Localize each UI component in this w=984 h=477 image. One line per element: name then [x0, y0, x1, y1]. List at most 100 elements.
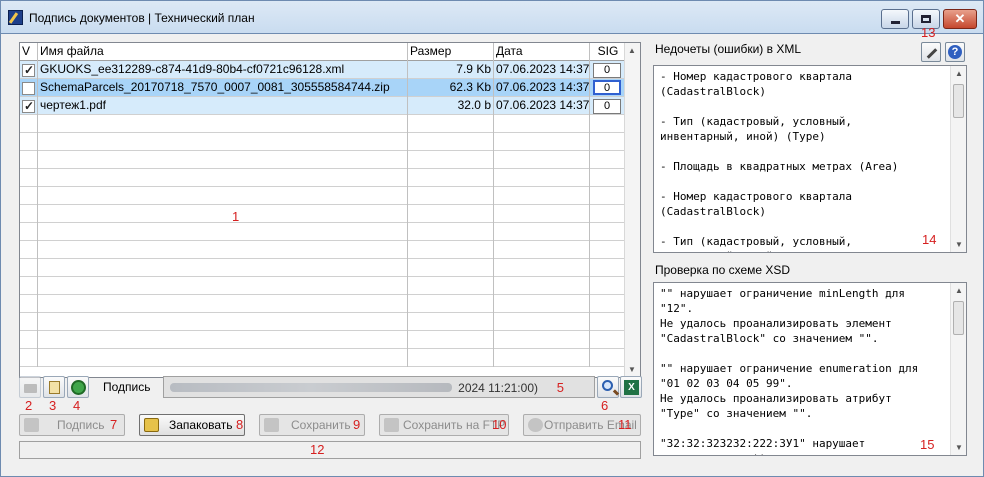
row-checkbox-cell[interactable]	[20, 79, 38, 97]
scroll-up-icon[interactable]: ▲	[628, 46, 636, 55]
main-window: V Имя файла Размер Дата SIG GKUOKS_ee312…	[0, 25, 984, 477]
open-folder-button[interactable]	[19, 376, 41, 398]
empty-table-row[interactable]	[20, 223, 625, 241]
grid-header: V Имя файла Размер Дата SIG	[20, 43, 625, 61]
excel-icon: X	[624, 380, 639, 395]
col-header-v[interactable]: V	[20, 43, 38, 61]
sig-cell[interactable]: 0	[590, 97, 625, 115]
file-date-cell[interactable]: 07.06.2023 14:37	[494, 61, 590, 79]
empty-table-row[interactable]	[20, 259, 625, 277]
sig-count-input[interactable]: 0	[593, 99, 621, 114]
file-date-cell[interactable]: 07.06.2023 14:37	[494, 79, 590, 97]
empty-table-row[interactable]	[20, 277, 625, 295]
empty-table-row[interactable]	[20, 115, 625, 133]
file-size-cell[interactable]: 7.9 Kb	[408, 61, 494, 79]
signature-redacted	[170, 383, 452, 392]
annotation-number: 6	[601, 398, 609, 413]
xml-errors-panel[interactable]: - Номер кадастрового квартала (Cadastral…	[653, 65, 967, 253]
annotation-number: 1	[232, 209, 240, 224]
empty-table-row[interactable]	[20, 151, 625, 169]
xml-errors-title: Недочеты (ошибки) в XML	[655, 42, 802, 56]
file-name-cell[interactable]: SchemaParcels_20170718_7570_0007_0081_30…	[38, 79, 408, 97]
file-name-cell[interactable]: чертеж1.pdf	[38, 97, 408, 115]
wrench-icon	[926, 48, 938, 59]
search-icon	[602, 380, 613, 391]
file-name-cell[interactable]: GKUOKS_ee312289-c874-41d9-80b4-cf0721c96…	[38, 61, 408, 79]
file-date-cell[interactable]: 07.06.2023 14:37	[494, 97, 590, 115]
xsd-check-text: "" нарушает ограничение minLength для "1…	[660, 287, 919, 455]
table-row[interactable]: чертеж1.pdf32.0 b07.06.2023 14:370	[20, 97, 625, 115]
annotation-number: 7	[110, 417, 118, 432]
row-checkbox[interactable]	[22, 81, 35, 95]
sig-cell[interactable]: 0	[590, 61, 625, 79]
save-ftp-button[interactable]: Сохранить на FTP 10	[379, 414, 509, 436]
refresh-icon	[71, 380, 86, 395]
scroll-down-icon[interactable]: ▼	[955, 443, 963, 452]
file-grid[interactable]: V Имя файла Размер Дата SIG GKUOKS_ee312…	[19, 42, 641, 378]
xsd-check-panel[interactable]: "" нарушает ограничение minLength для "1…	[653, 282, 967, 456]
save-icon	[264, 418, 279, 432]
empty-table-row[interactable]	[20, 205, 625, 223]
empty-table-row[interactable]	[20, 187, 625, 205]
refresh-button[interactable]	[67, 376, 89, 398]
sign-button[interactable]: Подпись 7	[19, 414, 125, 436]
xml-errors-scrollbar[interactable]: ▲ ▼	[950, 66, 966, 252]
sig-count-input[interactable]: 0	[593, 80, 621, 95]
file-size-cell[interactable]: 62.3 Kb	[408, 79, 494, 97]
annotation-number: 11	[618, 417, 632, 432]
annotation-number: 4	[73, 398, 81, 413]
col-header-date[interactable]: Дата	[494, 43, 590, 61]
empty-table-row[interactable]	[20, 133, 625, 151]
document-icon	[49, 381, 60, 394]
pack-button[interactable]: Запаковать 8	[139, 414, 245, 436]
help-button[interactable]: ?	[945, 42, 965, 62]
settings-button[interactable]	[921, 42, 941, 62]
empty-table-row[interactable]	[20, 331, 625, 349]
scroll-down-icon[interactable]: ▼	[628, 365, 636, 374]
table-row[interactable]: GKUOKS_ee312289-c874-41d9-80b4-cf0721c96…	[20, 61, 625, 79]
row-checkbox-cell[interactable]	[20, 97, 38, 115]
row-checkbox[interactable]	[22, 98, 35, 115]
maximize-icon	[921, 15, 931, 23]
signature-date: 2024 11:21:00)	[458, 381, 538, 395]
scroll-up-icon[interactable]: ▲	[955, 69, 963, 78]
signature-field[interactable]: 2024 11:21:00) 5	[163, 376, 595, 398]
grid-body: GKUOKS_ee312289-c874-41d9-80b4-cf0721c96…	[20, 61, 625, 367]
export-excel-button[interactable]: X	[620, 376, 642, 398]
empty-table-row[interactable]	[20, 313, 625, 331]
annotation-number: 15	[920, 437, 935, 452]
grid-scrollbar[interactable]: ▲ ▼	[624, 43, 640, 377]
scroll-down-icon[interactable]: ▼	[955, 240, 963, 249]
col-header-sig[interactable]: SIG	[590, 43, 625, 61]
scroll-thumb[interactable]	[953, 84, 964, 118]
scroll-thumb[interactable]	[953, 301, 964, 335]
xsd-check-title: Проверка по схеме XSD	[655, 263, 791, 277]
save-button[interactable]: Сохранить 9	[259, 414, 365, 436]
pack-button-label: Запаковать	[169, 418, 233, 432]
minimize-icon	[890, 20, 900, 24]
col-header-filename[interactable]: Имя файла	[38, 43, 408, 61]
ftp-icon	[384, 418, 399, 432]
title-bar: Подпись документов | Технический план ✕	[0, 0, 984, 34]
close-button[interactable]: ✕	[943, 9, 977, 29]
send-email-button[interactable]: Отправить Email 11	[523, 414, 641, 436]
file-size-cell[interactable]: 32.0 b	[408, 97, 494, 115]
row-checkbox-cell[interactable]	[20, 61, 38, 79]
minimize-button[interactable]	[881, 9, 909, 29]
help-icon: ?	[948, 45, 962, 59]
search-certificate-button[interactable]	[597, 376, 619, 398]
email-icon	[528, 418, 543, 432]
empty-table-row[interactable]	[20, 295, 625, 313]
empty-table-row[interactable]	[20, 169, 625, 187]
sig-count-input[interactable]: 0	[593, 63, 621, 78]
row-checkbox[interactable]	[22, 62, 35, 79]
sig-cell[interactable]: 0	[590, 79, 625, 97]
scroll-up-icon[interactable]: ▲	[955, 286, 963, 295]
col-header-size[interactable]: Размер	[408, 43, 494, 61]
xsd-check-scrollbar[interactable]: ▲ ▼	[950, 283, 966, 455]
empty-table-row[interactable]	[20, 241, 625, 259]
app-pen-icon	[8, 10, 23, 25]
empty-table-row[interactable]	[20, 349, 625, 367]
view-document-button[interactable]	[43, 376, 65, 398]
table-row[interactable]: SchemaParcels_20170718_7570_0007_0081_30…	[20, 79, 625, 97]
